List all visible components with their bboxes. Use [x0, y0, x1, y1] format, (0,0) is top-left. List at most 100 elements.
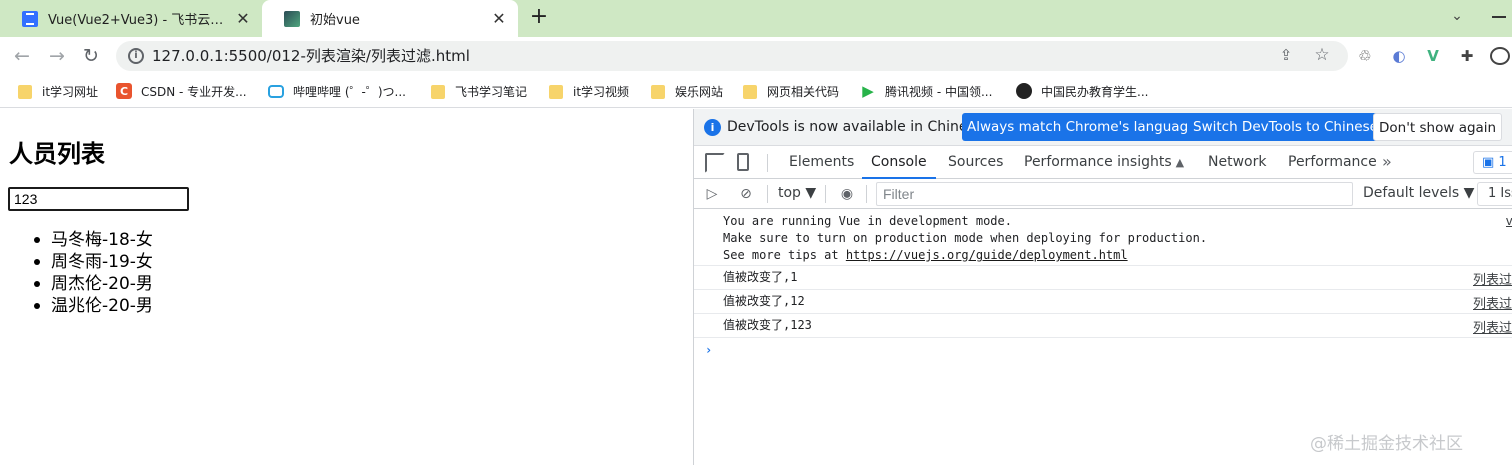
bookmark-item[interactable]: 娱乐网站: [649, 81, 723, 101]
bookmark-item[interactable]: 网页相关代码: [741, 81, 839, 101]
bookmark-label: it学习视频: [573, 84, 630, 99]
page-viewport: 人员列表 马冬梅-18-女 周冬雨-19-女 周杰伦-20-男 温兆伦-20-男: [0, 109, 693, 465]
log-text: 值被改变了,12: [723, 294, 805, 308]
person-list: 马冬梅-18-女 周冬雨-19-女 周杰伦-20-男 温兆伦-20-男: [34, 229, 153, 317]
list-item: 周杰伦-20-男: [34, 274, 153, 294]
divider: [767, 154, 768, 172]
dropdown-arrow-icon: ▼: [1463, 185, 1475, 201]
tab-performance[interactable]: Performance: [1288, 146, 1377, 179]
tab-sources[interactable]: Sources: [948, 146, 1003, 179]
browser-tab-vue[interactable]: 初始vue ✕: [262, 0, 518, 37]
infobar-message: DevTools is now available in Chinese!: [727, 119, 989, 135]
issues-counter-button[interactable]: ▣ 1: [1473, 151, 1512, 174]
live-expression-eye-icon[interactable]: ◉: [838, 185, 856, 203]
show-sidebar-icon[interactable]: ▷: [703, 185, 721, 203]
issues-filter-button[interactable]: 1 Iss: [1477, 182, 1512, 206]
address-url[interactable]: 127.0.0.1:5500/012-列表渲染/列表过滤.html: [152, 41, 470, 71]
log-line-prefix: See more tips at: [723, 248, 846, 262]
divider: [767, 185, 768, 203]
tab-close-icon[interactable]: ✕: [234, 9, 252, 28]
extensions-puzzle-icon[interactable]: ✚: [1457, 46, 1477, 66]
bookmark-item[interactable]: ▶ 腾讯视频 - 中国领...: [860, 81, 992, 101]
folder-icon: [743, 84, 757, 99]
deployment-guide-link[interactable]: https://vuejs.org/guide/deployment.html: [846, 248, 1128, 262]
bookmark-item[interactable]: it学习网址: [16, 81, 98, 101]
list-item: 马冬梅-18-女: [34, 230, 153, 250]
divider: [866, 185, 867, 203]
levels-label: Default levels: [1363, 185, 1460, 201]
vue-favicon-icon: [284, 10, 300, 27]
console-message: 值被改变了,12 列表过: [694, 290, 1512, 314]
browser-tab-feishu[interactable]: Vue(Vue2+Vue3) - 飞书云文档 ✕: [0, 0, 262, 37]
bookmark-label: 娱乐网站: [675, 84, 724, 99]
csdn-icon: C: [116, 83, 132, 99]
log-text: 值被改变了,123: [723, 318, 812, 332]
bookmark-item[interactable]: it学习视频: [547, 81, 629, 101]
bookmark-label: 飞书学习笔记: [455, 84, 528, 99]
address-bar[interactable]: i 127.0.0.1:5500/012-列表渲染/列表过滤.html ⇪ ☆: [116, 41, 1348, 71]
reload-icon[interactable]: ↻: [79, 44, 103, 68]
site-info-icon[interactable]: i: [128, 48, 144, 64]
switch-to-chinese-button[interactable]: Switch DevTools to Chinese: [1188, 113, 1383, 141]
share-icon[interactable]: ⇪: [1276, 46, 1296, 66]
new-tab-button[interactable]: +: [527, 6, 551, 30]
extension-recycle-icon[interactable]: ♲: [1355, 46, 1375, 66]
divider: [825, 185, 826, 203]
console-message: 值被改变了,1 列表过: [694, 266, 1512, 290]
clear-console-icon[interactable]: ⊘: [737, 185, 755, 203]
tab-label: Performance insights: [1024, 154, 1172, 170]
browser-toolbar: ← → ↻ i 127.0.0.1:5500/012-列表渲染/列表过滤.htm…: [0, 37, 1512, 75]
experiment-flask-icon: ▲: [1175, 156, 1185, 169]
name-filter-input[interactable]: [8, 187, 189, 211]
tab-title: Vue(Vue2+Vue3) - 飞书云文档: [48, 13, 234, 28]
dont-show-again-button[interactable]: Don't show again: [1373, 113, 1503, 141]
issues-count: 1: [1498, 155, 1507, 170]
bookmark-item[interactable]: C CSDN - 专业开发...: [116, 81, 247, 101]
console-filter-input[interactable]: [876, 182, 1353, 206]
context-selector[interactable]: top ▼: [778, 185, 816, 201]
vue-devtools-icon[interactable]: V: [1423, 46, 1443, 66]
list-item: 温兆伦-20-男: [34, 296, 153, 316]
device-toolbar-icon[interactable]: [737, 153, 749, 171]
tab-elements[interactable]: Elements: [789, 146, 854, 179]
list-item: 周冬雨-19-女: [34, 252, 153, 272]
forward-icon[interactable]: →: [45, 44, 69, 68]
bookmark-item[interactable]: 中国民办教育学生...: [1016, 81, 1148, 101]
inspect-element-icon[interactable]: [705, 153, 725, 173]
console-prompt-icon[interactable]: ›: [705, 343, 712, 357]
bookmarks-bar: it学习网址 C CSDN - 专业开发... 哔哩哔哩 (゜-゜)つ... 飞…: [0, 75, 1512, 108]
log-line: You are running Vue in development mode.: [723, 214, 1012, 228]
extension-opera-icon[interactable]: ◐: [1389, 46, 1409, 66]
log-line: Make sure to turn on production mode whe…: [723, 231, 1208, 245]
tab-network[interactable]: Network: [1208, 146, 1266, 179]
window-minimize-icon[interactable]: [1492, 16, 1506, 18]
context-label: top: [778, 185, 801, 201]
bilibili-icon: [268, 84, 284, 98]
console-output: You are running Vue in development mode.…: [694, 209, 1512, 465]
tab-close-icon[interactable]: ✕: [490, 9, 508, 28]
log-source-link[interactable]: 列表过: [1473, 293, 1512, 312]
log-levels-dropdown[interactable]: Default levels ▼: [1363, 185, 1474, 201]
bookmark-item[interactable]: 飞书学习笔记: [429, 81, 527, 101]
always-match-language-button[interactable]: Always match Chrome's language: [962, 113, 1202, 141]
back-icon[interactable]: ←: [10, 44, 34, 68]
bookmark-item[interactable]: 哔哩哔哩 (゜-゜)つ...: [268, 81, 406, 101]
log-source-link[interactable]: 列表过: [1473, 269, 1512, 288]
folder-icon: [549, 84, 563, 99]
watermark: @稀土掘金技术社区: [1310, 434, 1463, 454]
issue-message-icon: ▣: [1482, 155, 1499, 170]
tab-search-icon[interactable]: ⌄: [1446, 8, 1468, 28]
tab-console[interactable]: Console: [862, 146, 936, 179]
bookmark-label: 哔哩哔哩 (゜-゜)つ...: [293, 84, 406, 99]
profile-avatar-icon[interactable]: [1490, 47, 1510, 65]
more-tabs-icon[interactable]: »: [1382, 146, 1392, 179]
log-source-link[interactable]: 列表过: [1473, 317, 1512, 336]
page-title: 人员列表: [9, 140, 105, 168]
bookmark-label: 腾讯视频 - 中国领...: [885, 84, 993, 99]
log-source-link[interactable]: v: [1506, 213, 1512, 228]
tab-performance-insights[interactable]: Performance insights ▲: [1024, 146, 1184, 179]
devtools-tab-bar: Elements Console Sources Performance ins…: [694, 146, 1512, 179]
console-message: 值被改变了,123 列表过: [694, 314, 1512, 338]
bookmark-star-icon[interactable]: ☆: [1312, 45, 1332, 65]
bookmark-label: it学习网址: [42, 84, 99, 99]
